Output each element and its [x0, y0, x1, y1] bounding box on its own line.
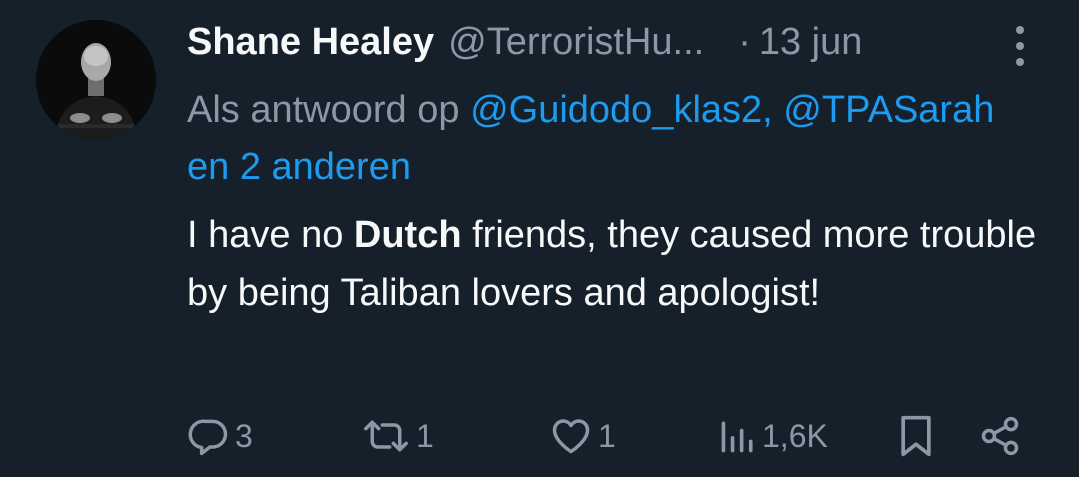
- author-display-name[interactable]: Shane Healey: [187, 21, 434, 64]
- reply-count: 3: [235, 417, 253, 454]
- heart-icon: [548, 414, 594, 458]
- tweet-header: Shane Healey @TerroristHu... · 13 jun: [187, 16, 862, 68]
- share-button[interactable]: [976, 408, 1024, 464]
- author-handle[interactable]: @TerroristHu...: [448, 21, 704, 64]
- share-icon: [976, 414, 1024, 458]
- analytics-icon: [718, 414, 758, 458]
- more-options-icon[interactable]: [1008, 24, 1032, 68]
- retweet-count: 1: [416, 417, 434, 454]
- reply-icon: [187, 414, 231, 458]
- bookmark-button[interactable]: [896, 408, 936, 464]
- like-count: 1: [598, 417, 616, 454]
- like-button[interactable]: 1: [548, 408, 616, 464]
- retweet-icon: [360, 414, 412, 458]
- reply-prefix: Als antwoord op: [187, 89, 460, 131]
- mention-link[interactable]: @TPASarah: [783, 89, 994, 131]
- mention-link[interactable]: @Guidodo_klas2,: [470, 89, 773, 131]
- separator-dot: ·: [738, 20, 751, 63]
- tweet-date[interactable]: 13 jun: [759, 21, 863, 64]
- author-avatar[interactable]: [36, 20, 156, 140]
- tweet-text-part: I have no: [187, 214, 344, 256]
- others-link[interactable]: en 2 anderen: [187, 146, 411, 188]
- reply-button[interactable]: 3: [187, 408, 253, 464]
- tweet-text-bold: Dutch: [353, 214, 462, 256]
- retweet-button[interactable]: 1: [360, 408, 434, 464]
- action-bar: 3 1 1 1,6K: [0, 408, 1079, 464]
- view-count: 1,6K: [762, 417, 828, 454]
- tweet[interactable]: Shane Healey @TerroristHu... · 13 jun Al…: [0, 0, 1079, 477]
- views-button[interactable]: 1,6K: [718, 408, 828, 464]
- reply-context: Als antwoord op @Guidodo_klas2, @TPASara…: [187, 82, 1047, 196]
- bookmark-icon: [896, 414, 936, 458]
- tweet-text: I have no Dutch friends, they caused mor…: [187, 206, 1057, 322]
